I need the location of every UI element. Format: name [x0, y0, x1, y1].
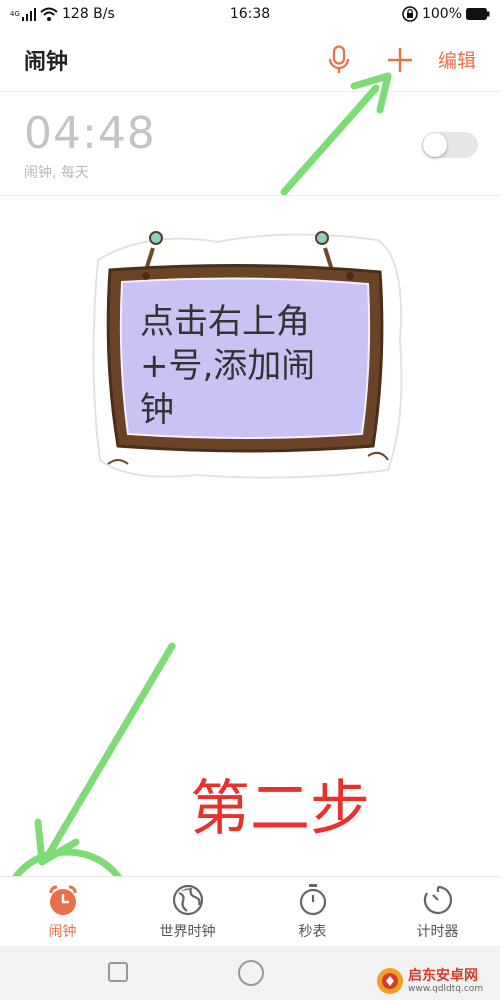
status-bar: 4G 128 B/s 16:38 100% [0, 0, 500, 28]
status-right: 100% [402, 6, 490, 22]
globe-icon [171, 883, 205, 917]
tab-timer[interactable]: 计时器 [375, 877, 500, 946]
tab-stopwatch[interactable]: 秒表 [250, 877, 375, 946]
status-left: 4G 128 B/s [10, 6, 115, 22]
alarm-clock-icon [46, 883, 80, 917]
alarm-time: 04:48 [24, 108, 156, 159]
watermark-text: 启东安卓网 www.qdldtq.com [408, 968, 483, 995]
watermark-url: www.qdldtq.com [408, 983, 484, 994]
alarm-description: 闹钟, 每天 [24, 165, 89, 181]
header-actions: 编辑 [324, 42, 476, 78]
bottom-tab-bar: 闹钟 世界时钟 秒表 计时器 [0, 876, 500, 946]
tab-label: 计时器 [416, 923, 459, 940]
network-speed: 128 B/s [62, 6, 115, 22]
voice-button[interactable] [324, 42, 354, 78]
microphone-icon [328, 44, 350, 73]
battery-level: 100% [421, 6, 462, 22]
watermark: 启东安卓网 www.qdldtq.com [376, 962, 500, 1000]
wifi-icon [40, 7, 58, 21]
stopwatch-icon [296, 883, 330, 917]
instruction-sign: 点击右上角+号,添加闹钟 [88, 220, 410, 490]
rotation-lock-icon [402, 6, 418, 22]
battery-icon [466, 8, 490, 20]
app-header: 闹钟 编辑 [0, 28, 500, 92]
plus-icon [387, 47, 412, 72]
edit-button[interactable]: 编辑 [438, 46, 476, 73]
step-label: 第二步 [190, 774, 370, 844]
signal-icon [22, 8, 36, 21]
home-button[interactable] [238, 960, 264, 986]
network-type: 4G [10, 9, 20, 18]
watermark-name: 启东安卓网 [408, 967, 478, 984]
tab-alarm[interactable]: 闹钟 [0, 877, 125, 946]
tab-label: 世界时钟 [159, 923, 216, 940]
watermark-logo-icon [377, 968, 403, 994]
page-title: 闹钟 [24, 49, 69, 75]
tab-label: 闹钟 [48, 923, 77, 940]
alarm-item[interactable]: 04:48 闹钟, 每天 [0, 92, 500, 196]
toggle-knob [423, 133, 447, 157]
recent-apps-button[interactable] [108, 962, 128, 982]
tab-world-clock[interactable]: 世界时钟 [125, 877, 250, 946]
add-alarm-button[interactable] [382, 42, 418, 78]
tab-label: 秒表 [298, 923, 327, 940]
instruction-text: 点击右上角+号,添加闹钟 [140, 302, 316, 430]
alarm-toggle[interactable] [422, 132, 478, 158]
timer-icon [421, 883, 455, 917]
